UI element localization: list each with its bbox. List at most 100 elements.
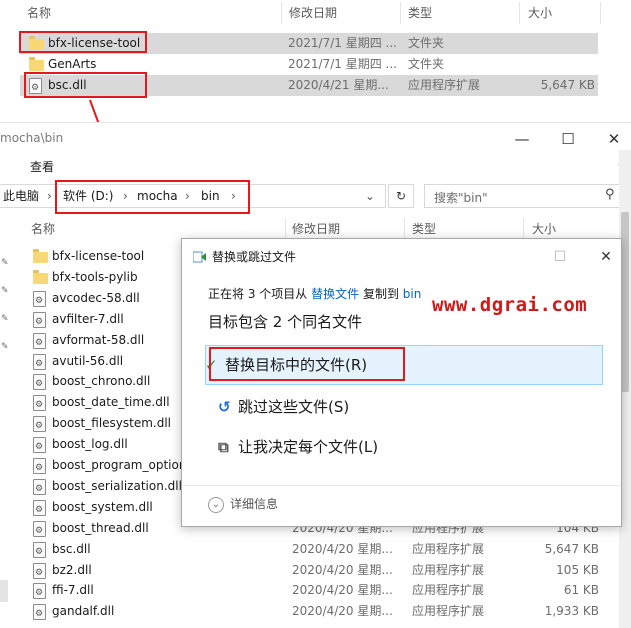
file-size: 5,647 KB bbox=[540, 78, 595, 92]
file-name: bfx-license-tool bbox=[52, 249, 145, 263]
skip-arrow-icon: ↺ bbox=[218, 398, 231, 416]
dll-icon bbox=[33, 332, 46, 354]
scrollbar-thumb[interactable] bbox=[621, 212, 629, 392]
dll-icon bbox=[33, 499, 46, 521]
chevron-down-icon: ⌄ bbox=[208, 496, 224, 513]
dll-icon bbox=[33, 562, 46, 584]
skip-option-label: 跳过这些文件(S) bbox=[238, 398, 350, 416]
minimize-button[interactable]: — bbox=[502, 127, 542, 151]
copy-status: 正在将 3 个项目从 替换文件 复制到 bin bbox=[208, 285, 421, 302]
dll-icon bbox=[33, 353, 46, 375]
file-name: boost_date_time.dll bbox=[52, 395, 170, 410]
source-folder-link[interactable]: 替换文件 bbox=[311, 287, 359, 301]
highlight-box-replace-option bbox=[209, 347, 405, 381]
file-size: 5,647 KB bbox=[544, 541, 599, 556]
details-toggle-button[interactable]: ⌄ 详细信息 bbox=[208, 494, 278, 514]
column-separator[interactable] bbox=[285, 218, 286, 240]
search-input[interactable]: 搜索"bin" ⚲ bbox=[424, 184, 627, 208]
column-header-name[interactable]: 名称 bbox=[31, 216, 55, 242]
refresh-icon: ↻ bbox=[395, 189, 407, 203]
dialog-title: 替换或跳过文件 bbox=[212, 250, 297, 264]
replace-or-skip-dialog: 替换或跳过文件 ☐ ✕ 正在将 3 个项目从 替换文件 复制到 bin 目标包含… bbox=[181, 238, 622, 527]
destination-folder-link[interactable]: bin bbox=[403, 287, 422, 301]
search-icon[interactable]: ⚲ bbox=[605, 187, 615, 202]
column-header-size[interactable]: 大小 bbox=[528, 0, 552, 26]
column-separator[interactable] bbox=[523, 218, 524, 240]
maximize-icon: ☐ bbox=[553, 249, 567, 265]
skip-files-option[interactable]: ↺ 跳过这些文件(S) bbox=[218, 388, 349, 426]
dll-icon bbox=[33, 395, 46, 416]
dll-icon bbox=[33, 290, 46, 312]
file-size: 1,933 KB bbox=[544, 604, 599, 619]
file-type: 应用程序扩展 bbox=[412, 562, 485, 577]
folder-icon bbox=[33, 249, 48, 263]
close-button[interactable]: ✕ bbox=[594, 127, 631, 151]
breadcrumb-this-pc[interactable]: 此电脑 bbox=[3, 185, 39, 207]
close-icon: ✕ bbox=[600, 249, 612, 265]
dll-icon bbox=[33, 311, 46, 333]
dll-icon bbox=[33, 458, 46, 479]
column-separator[interactable] bbox=[600, 2, 601, 24]
compare-files-icon: ⧉ bbox=[218, 438, 229, 456]
dialog-maximize-button[interactable]: ☐ bbox=[548, 246, 572, 268]
copy-status-prefix: 正在将 3 个项目从 bbox=[208, 287, 308, 301]
watermark-text: www.dgrai.com bbox=[432, 294, 588, 316]
column-header-modified[interactable]: 修改日期 bbox=[289, 0, 337, 26]
dll-icon bbox=[33, 374, 46, 395]
refresh-button[interactable]: ↻ bbox=[388, 184, 414, 208]
file-name: boost_serialization.dll bbox=[52, 478, 182, 493]
file-modified: 2021/7/1 星期四 ... bbox=[288, 36, 397, 50]
file-name: boost_system.dll bbox=[52, 499, 153, 514]
decide-each-file-option[interactable]: ⧉ 让我决定每个文件(L) bbox=[218, 428, 378, 466]
maximize-button[interactable]: ☐ bbox=[548, 127, 588, 151]
column-separator[interactable] bbox=[519, 2, 520, 24]
file-type: 文件夹 bbox=[408, 36, 445, 50]
file-modified: 2021/7/1 星期四 ... bbox=[288, 57, 397, 71]
file-name: boost_filesystem.dll bbox=[52, 416, 172, 431]
file-type: 应用程序扩展 bbox=[412, 583, 485, 598]
file-modified: 2020/4/20 星期... bbox=[292, 604, 393, 619]
copy-status-mid: 复制到 bbox=[362, 287, 399, 301]
chevron-right-icon[interactable]: › bbox=[47, 185, 52, 207]
file-type: 应用程序扩展 bbox=[412, 604, 485, 619]
column-header-type[interactable]: 类型 bbox=[408, 0, 432, 26]
dll-icon bbox=[33, 478, 46, 500]
file-size: 105 KB bbox=[556, 562, 599, 577]
file-name: boost_log.dll bbox=[52, 437, 128, 452]
file-name: bfx-tools-pylib bbox=[52, 269, 138, 284]
file-name: ffi-7.dll bbox=[52, 583, 94, 598]
dll-icon bbox=[33, 416, 46, 437]
column-separator[interactable] bbox=[404, 218, 405, 240]
highlight-box-breadcrumb bbox=[55, 180, 250, 214]
close-icon: ✕ bbox=[607, 130, 621, 148]
maximize-icon: ☐ bbox=[561, 130, 575, 148]
file-modified: 2020/4/20 星期... bbox=[292, 541, 393, 556]
file-type: 应用程序扩展 bbox=[412, 541, 485, 556]
file-modified: 2020/4/20 星期... bbox=[292, 583, 393, 598]
file-row[interactable]: gandalf.dll 2020/4/20 星期... 应用程序扩展 1,933 KB bbox=[24, 601, 614, 625]
dialog-heading: 目标包含 2 个同名文件 bbox=[208, 313, 363, 331]
column-header-name[interactable]: 名称 bbox=[27, 0, 51, 26]
file-name: bsc.dll bbox=[52, 541, 91, 556]
dll-icon bbox=[33, 583, 46, 604]
decide-option-label: 让我决定每个文件(L) bbox=[238, 438, 379, 456]
dialog-close-button[interactable]: ✕ bbox=[594, 246, 618, 268]
folder-icon bbox=[29, 57, 44, 71]
file-type: 文件夹 bbox=[408, 57, 445, 71]
title-bar[interactable]: mocha\bin — ☐ ✕ bbox=[0, 122, 631, 155]
file-size: 61 KB bbox=[563, 583, 599, 598]
file-row[interactable]: bsc.dll 2020/4/20 星期... 应用程序扩展 5,647 KB bbox=[24, 539, 614, 563]
file-row[interactable]: ffi-7.dll 2020/4/20 星期... 应用程序扩展 61 KB bbox=[24, 580, 614, 604]
column-separator[interactable] bbox=[281, 2, 282, 24]
file-row[interactable]: bz2.dll 2020/4/20 星期... 应用程序扩展 105 KB bbox=[24, 560, 614, 584]
window-title: mocha\bin bbox=[0, 131, 64, 145]
tab-view[interactable]: 查看 bbox=[30, 158, 54, 175]
ribbon: 查看 ⌄ bbox=[0, 154, 631, 178]
column-separator[interactable] bbox=[400, 2, 401, 24]
file-name: boost_thread.dll bbox=[52, 520, 149, 535]
dll-icon bbox=[33, 604, 46, 625]
dll-icon bbox=[33, 541, 46, 563]
highlight-box-license-folder bbox=[19, 31, 147, 53]
file-type: 应用程序扩展 bbox=[408, 78, 481, 92]
history-dropdown-chevron-icon[interactable]: ⌄ bbox=[365, 185, 375, 207]
